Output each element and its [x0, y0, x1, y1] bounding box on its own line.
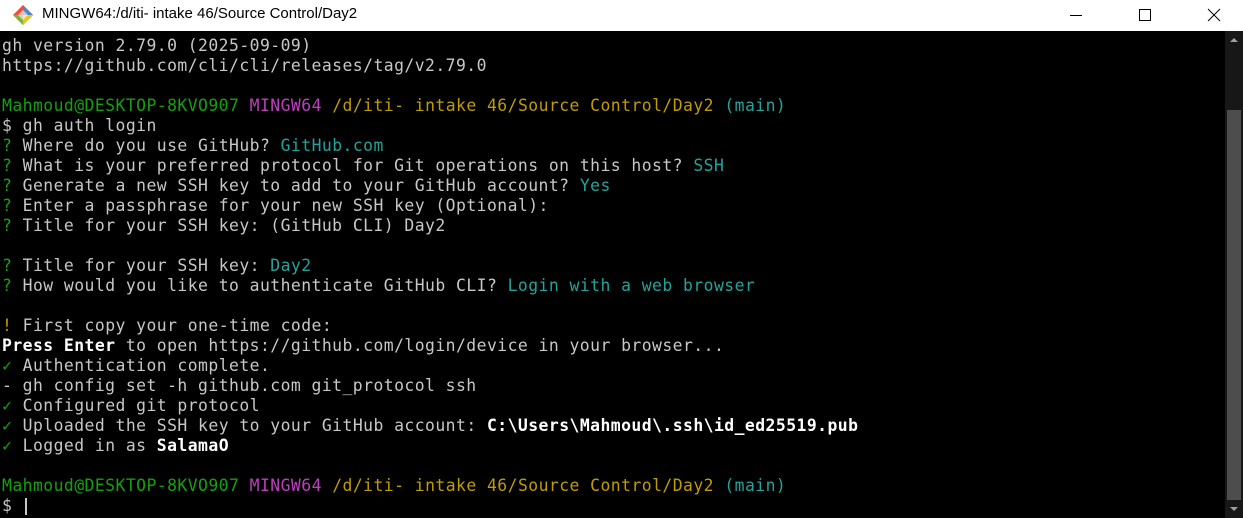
title-bar[interactable]: MINGW64:/d/iti- intake 46/Source Control… — [0, 0, 1243, 31]
auth-complete-line: ✓ Authentication complete. — [2, 356, 270, 376]
question-mark: ? — [2, 176, 13, 195]
logged-in-text: Logged in as — [12, 436, 157, 455]
version-line: gh version 2.79.0 (2025-09-09) — [2, 36, 312, 55]
check-icon: ✓ — [2, 396, 13, 415]
question-answer: SSH — [693, 156, 725, 175]
logged-in-line: ✓ Logged in as SalamaO — [2, 436, 229, 456]
question-text: Where do you use GitHub? — [12, 136, 281, 155]
question-mark: ? — [2, 136, 13, 155]
uploaded-line: ✓ Uploaded the SSH key to your GitHub ac… — [2, 416, 858, 436]
question-line: ? Generate a new SSH key to add to your … — [2, 176, 611, 196]
git-bash-icon — [13, 5, 33, 25]
question-line: ? Where do you use GitHub? GitHub.com — [2, 136, 384, 156]
prompt-shell: MINGW64 — [249, 476, 322, 495]
minimize-button[interactable] — [1053, 0, 1099, 31]
prompt-user-host: Mahmoud@DESKTOP-8KVO907 — [2, 476, 240, 495]
uploaded-text: Uploaded the SSH key to your GitHub acco… — [12, 416, 487, 435]
prompt-path: /d/iti- intake 46/Source Control/Day2 — [332, 96, 714, 115]
text-cursor — [24, 498, 27, 515]
question-line: ? What is your preferred protocol for Gi… — [2, 156, 724, 176]
prompt-branch: (main) — [724, 476, 787, 495]
warning-mark: ! — [2, 316, 13, 335]
question-mark: ? — [2, 216, 13, 235]
question-text: Title for your SSH key: — [12, 256, 271, 275]
terminal-output[interactable]: gh version 2.79.0 (2025-09-09) https://g… — [0, 31, 1225, 518]
maximize-button[interactable] — [1122, 0, 1168, 31]
close-icon — [1207, 8, 1221, 22]
question-mark: ? — [2, 156, 13, 175]
press-enter-bold: Press Enter — [2, 336, 116, 355]
question-line: ? Enter a passphrase for your new SSH ke… — [2, 196, 549, 216]
press-enter-line: Press Enter to open https://github.com/l… — [2, 336, 724, 356]
question-answer: Login with a web browser — [507, 276, 756, 295]
prompt-branch: (main) — [724, 96, 787, 115]
prompt-shell: MINGW64 — [249, 96, 322, 115]
question-answer: Yes — [579, 176, 611, 195]
question-text: How would you like to authenticate GitHu… — [12, 276, 508, 295]
question-mark: ? — [2, 276, 13, 295]
scroll-up-icon[interactable] — [1225, 31, 1243, 49]
question-answer: GitHub.com — [280, 136, 384, 155]
window-title: MINGW64:/d/iti- intake 46/Source Control… — [42, 5, 358, 22]
question-text: What is your preferred protocol for Git … — [12, 156, 694, 175]
prompt-path: /d/iti- intake 46/Source Control/Day2 — [332, 476, 714, 495]
prompt-symbol: $ — [2, 496, 13, 515]
press-enter-text: to open https://github.com/login/device … — [115, 336, 725, 355]
input-line[interactable]: $ — [2, 496, 27, 516]
question-text: Generate a new SSH key to add to your Gi… — [12, 176, 580, 195]
question-text: Title for your SSH key: (GitHub CLI) Day… — [12, 216, 446, 235]
question-line: ? Title for your SSH key: (GitHub CLI) D… — [2, 216, 446, 236]
close-button[interactable] — [1191, 0, 1237, 31]
auth-complete-text: Authentication complete. — [12, 356, 271, 375]
release-url-line: https://github.com/cli/cli/releases/tag/… — [2, 56, 487, 75]
check-icon: ✓ — [2, 356, 13, 375]
copy-code-line: ! First copy your one-time code: — [2, 316, 332, 336]
vertical-scrollbar[interactable] — [1225, 31, 1243, 518]
check-icon: ✓ — [2, 416, 13, 435]
question-line: ? How would you like to authenticate Git… — [2, 276, 755, 296]
scroll-down-icon[interactable] — [1225, 500, 1243, 518]
prompt-line: Mahmoud@DESKTOP-8KVO907 MINGW64 /d/iti- … — [2, 476, 786, 496]
ssh-key-path: C:\Users\Mahmoud\.ssh\id_ed25519.pub — [486, 416, 859, 435]
prompt-user-host: Mahmoud@DESKTOP-8KVO907 — [2, 96, 240, 115]
question-mark: ? — [2, 256, 13, 275]
config-set-line: - gh config set -h github.com git_protoc… — [2, 376, 477, 395]
maximize-icon — [1139, 9, 1151, 21]
question-text: Enter a passphrase for your new SSH key … — [12, 196, 549, 215]
command-line: $ gh auth login — [2, 116, 157, 135]
question-answer: Day2 — [270, 256, 312, 275]
configured-line: ✓ Configured git protocol — [2, 396, 260, 416]
check-icon: ✓ — [2, 436, 13, 455]
terminal-window: MINGW64:/d/iti- intake 46/Source Control… — [0, 0, 1243, 518]
configured-text: Configured git protocol — [12, 396, 260, 415]
minimize-icon — [1070, 15, 1082, 16]
prompt-line: Mahmoud@DESKTOP-8KVO907 MINGW64 /d/iti- … — [2, 96, 786, 116]
question-mark: ? — [2, 196, 13, 215]
question-line: ? Title for your SSH key: Day2 — [2, 256, 312, 276]
copy-code-text: First copy your one-time code: — [12, 316, 333, 335]
scrollbar-thumb[interactable] — [1227, 110, 1241, 500]
username: SalamaO — [156, 436, 230, 455]
